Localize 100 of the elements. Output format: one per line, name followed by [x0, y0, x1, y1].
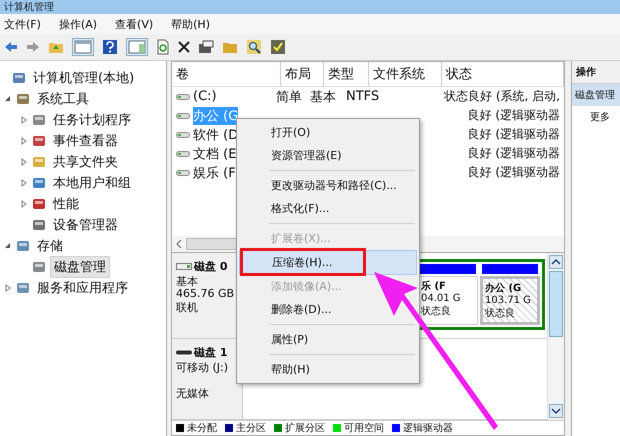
column-header[interactable]: 文件系统 [369, 62, 442, 86]
disk-info: 465.76 GB [176, 287, 236, 300]
partition[interactable]: 办公 (G 103.71 G 状态良 [480, 262, 540, 325]
legend-label: 未分配 [187, 422, 217, 435]
folder-up-icon[interactable] [48, 40, 64, 54]
action-item[interactable]: 更多 [572, 106, 620, 128]
pane-icon[interactable] [126, 38, 148, 56]
volume-name[interactable]: (C:) [193, 89, 217, 104]
scroll-down-icon[interactable] [549, 404, 563, 418]
forward-icon[interactable] [26, 41, 40, 53]
table-cell-text: 状态良好 (系统, 启动, [443, 88, 561, 105]
disk-info: 可移动 (J:) [176, 360, 230, 373]
drive-icon [176, 170, 190, 176]
expanded-arrow-icon[interactable] [4, 94, 12, 102]
pane-icon[interactable] [72, 38, 94, 56]
menu-item[interactable]: 删除卷(D)... [239, 298, 417, 321]
tree-item[interactable]: 服务和应用程序 [34, 278, 131, 298]
collapsed-arrow-icon[interactable] [20, 116, 28, 124]
tree-item[interactable]: 计算机管理(本地) [30, 68, 138, 88]
tree-item[interactable]: 存储 [34, 236, 66, 256]
partition-info: 103.71 G [485, 295, 532, 306]
disk-name: 磁盘 1 [194, 345, 228, 360]
expanded-arrow-icon[interactable] [4, 242, 12, 250]
window-title: 计算机管理 [4, 2, 54, 14]
menu-item[interactable]: 打开(O) [239, 121, 417, 144]
tree-node-icon [32, 196, 46, 210]
disk-info: 无媒体 [176, 386, 210, 399]
menu-item[interactable]: 资源管理器(E) [239, 144, 417, 167]
legend-label: 主分区 [236, 422, 266, 435]
tree-node-icon [16, 280, 30, 294]
menu-item[interactable]: 文件(F) [4, 16, 41, 32]
menu-item[interactable]: 属性(P) [239, 328, 417, 351]
legend-label: 可用空间 [344, 422, 384, 435]
menu-item[interactable]: 更改驱动器号和路径(C)... [239, 174, 417, 197]
tree-node-icon [12, 70, 26, 84]
menu-item[interactable]: 操作(A) [58, 16, 98, 32]
tree-node-icon [16, 238, 30, 252]
tree-node-icon [32, 112, 46, 126]
column-header[interactable]: 卷 [172, 62, 281, 86]
collapsed-arrow-icon[interactable] [20, 136, 28, 144]
volume-name[interactable]: 娱乐 (F [193, 164, 236, 182]
tree-node-icon [32, 134, 46, 148]
partition-info: 办公 (G [485, 282, 522, 295]
tree-item[interactable]: 本地用户和组 [50, 172, 134, 192]
help-icon[interactable] [102, 39, 118, 55]
menu-item[interactable]: 帮助(H) [239, 358, 417, 381]
action-item[interactable]: 磁盘管理 [572, 84, 620, 106]
search-icon[interactable] [246, 39, 262, 55]
removable-drive-icon [176, 350, 192, 355]
column-header[interactable]: 状态 [442, 62, 564, 86]
menu-item[interactable]: 帮助(H) [171, 16, 210, 32]
table-cell-text: 简单 [275, 88, 303, 106]
collapsed-arrow-icon[interactable] [4, 284, 12, 292]
tree-item[interactable]: 事件查看器 [50, 130, 121, 150]
actions-header: 操作 [572, 61, 620, 84]
partition-info: 状态良 [421, 304, 452, 318]
collapsed-arrow-icon[interactable] [20, 158, 28, 166]
legend-label: 逻辑驱动器 [403, 422, 453, 435]
menu-item[interactable]: 格式化(F)... [239, 197, 417, 220]
volume-name[interactable]: 文档 (E [193, 144, 236, 162]
tree-node-icon [32, 176, 46, 190]
partition-info: 乐 (F [421, 280, 447, 293]
tree-item[interactable]: 任务计划程序 [50, 110, 134, 130]
partition-info: 状态良 [485, 306, 516, 320]
table-cell-text: 良好 (逻辑驱动器 [466, 145, 561, 162]
table-cell-text: 良好 (逻辑驱动器 [466, 107, 561, 124]
drive-icon [176, 112, 190, 118]
back-icon[interactable] [4, 41, 18, 53]
table-cell-text: 良好 (逻辑驱动器 [466, 164, 561, 181]
table-cell-text: 基本 [309, 88, 337, 106]
column-header[interactable]: 类型 [324, 62, 369, 86]
drive-icon [176, 150, 190, 156]
partition-info: 04.01 G [421, 293, 462, 304]
scrollbar-thumb[interactable] [549, 271, 563, 337]
delete-icon[interactable] [178, 41, 190, 53]
tree-item[interactable]: 磁盘管理 [50, 256, 110, 278]
scroll-up-icon[interactable] [549, 255, 563, 269]
tree-item[interactable]: 性能 [50, 194, 82, 214]
collapsed-arrow-icon[interactable] [20, 200, 28, 208]
partition[interactable]: 乐 (F 04.01 G 状态良 [418, 262, 478, 325]
table-cell-text: 良好 (逻辑驱动器 [466, 126, 561, 143]
legend-label: 扩展分区 [285, 422, 325, 435]
disk-name: 磁盘 0 [194, 259, 228, 274]
scroll-left-icon[interactable] [176, 240, 182, 248]
tree-item[interactable]: 设备管理器 [50, 214, 121, 234]
collapsed-arrow-icon[interactable] [20, 178, 28, 186]
disk-check-icon[interactable] [270, 39, 286, 55]
tree-node-icon [32, 218, 46, 232]
drive-icon [176, 94, 190, 100]
menu-item[interactable]: 查看(V) [115, 16, 154, 32]
tree-item[interactable]: 共享文件夹 [50, 152, 121, 172]
drive-icon [176, 132, 190, 138]
table-cell-text: NTFS [345, 89, 380, 104]
disk-drive-icon [176, 263, 192, 270]
disk-info: 联机 [176, 300, 199, 313]
column-header[interactable]: 布局 [281, 62, 324, 86]
refresh-icon[interactable] [156, 39, 170, 55]
tree-item[interactable]: 系统工具 [34, 88, 92, 108]
tree-node-icon [16, 92, 30, 106]
tree-node-icon [32, 154, 46, 168]
